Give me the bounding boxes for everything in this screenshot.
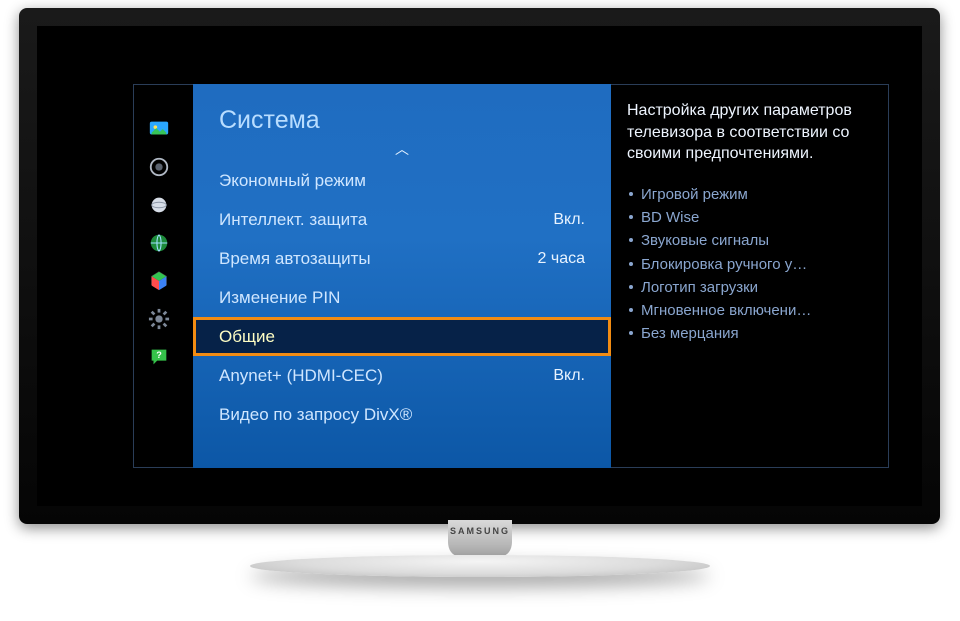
svg-text:?: ? xyxy=(156,350,162,360)
tv-neck: SAMSUNG xyxy=(448,520,512,556)
description-panel: Настройка других параметров телевизора в… xyxy=(627,100,873,346)
menu-item-label: Интеллект. защита xyxy=(219,210,367,230)
tv-bezel: ? Система ︿ Экономный режим Интеллект. з… xyxy=(19,8,940,524)
settings-list: Экономный режим Интеллект. защита Вкл. В… xyxy=(193,161,611,434)
desc-bullet: BD Wise xyxy=(627,206,873,229)
desc-bullet: Игровой режим xyxy=(627,183,873,206)
desc-bullet: Блокировка ручного у… xyxy=(627,253,873,276)
tv-stand xyxy=(250,555,710,577)
menu-item-autoprotect-time[interactable]: Время автозащиты 2 часа xyxy=(193,239,611,278)
menu-item-anynet[interactable]: Anynet+ (HDMI-CEC) Вкл. xyxy=(193,356,611,395)
menu-item-label: Общие xyxy=(219,327,275,347)
menu-item-general[interactable]: Общие xyxy=(193,317,611,356)
menu-item-label: Видео по запросу DivX® xyxy=(219,405,412,425)
panel-title: Система xyxy=(193,84,611,143)
description-bullets: Игровой режим BD Wise Звуковые сигналы Б… xyxy=(627,183,873,346)
menu-item-value: Вкл. xyxy=(553,211,585,229)
description-text: Настройка других параметров телевизора в… xyxy=(627,100,873,165)
desc-bullet: Без мерцания xyxy=(627,322,873,345)
menu-item-divx[interactable]: Видео по запросу DivX® xyxy=(193,395,611,434)
tv-screen: ? Система ︿ Экономный режим Интеллект. з… xyxy=(37,26,922,506)
tv-brand-label: SAMSUNG xyxy=(450,526,510,536)
support-icon[interactable]: ? xyxy=(148,346,170,368)
network-icon[interactable] xyxy=(148,232,170,254)
scroll-up-icon[interactable]: ︿ xyxy=(193,143,611,159)
broadcast-icon[interactable] xyxy=(148,194,170,216)
desc-bullet: Мгновенное включени… xyxy=(627,299,873,322)
menu-item-label: Изменение PIN xyxy=(219,288,340,308)
category-sidebar: ? xyxy=(145,118,173,368)
menu-item-label: Экономный режим xyxy=(219,171,366,191)
desc-bullet: Логотип загрузки xyxy=(627,276,873,299)
menu-item-protection[interactable]: Интеллект. защита Вкл. xyxy=(193,200,611,239)
menu-item-eco[interactable]: Экономный режим xyxy=(193,161,611,200)
system-icon[interactable] xyxy=(148,308,170,330)
sound-icon[interactable] xyxy=(148,156,170,178)
menu-item-label: Время автозащиты xyxy=(219,249,371,269)
menu-item-value: Вкл. xyxy=(553,367,585,385)
picture-icon[interactable] xyxy=(148,118,170,140)
menu-item-value: 2 часа xyxy=(538,250,585,268)
menu-item-label: Anynet+ (HDMI-CEC) xyxy=(219,366,383,386)
desc-bullet: Звуковые сигналы xyxy=(627,229,873,252)
menu-item-change-pin[interactable]: Изменение PIN xyxy=(193,278,611,317)
settings-panel: Система ︿ Экономный режим Интеллект. защ… xyxy=(193,84,611,468)
smart-icon[interactable] xyxy=(148,270,170,292)
